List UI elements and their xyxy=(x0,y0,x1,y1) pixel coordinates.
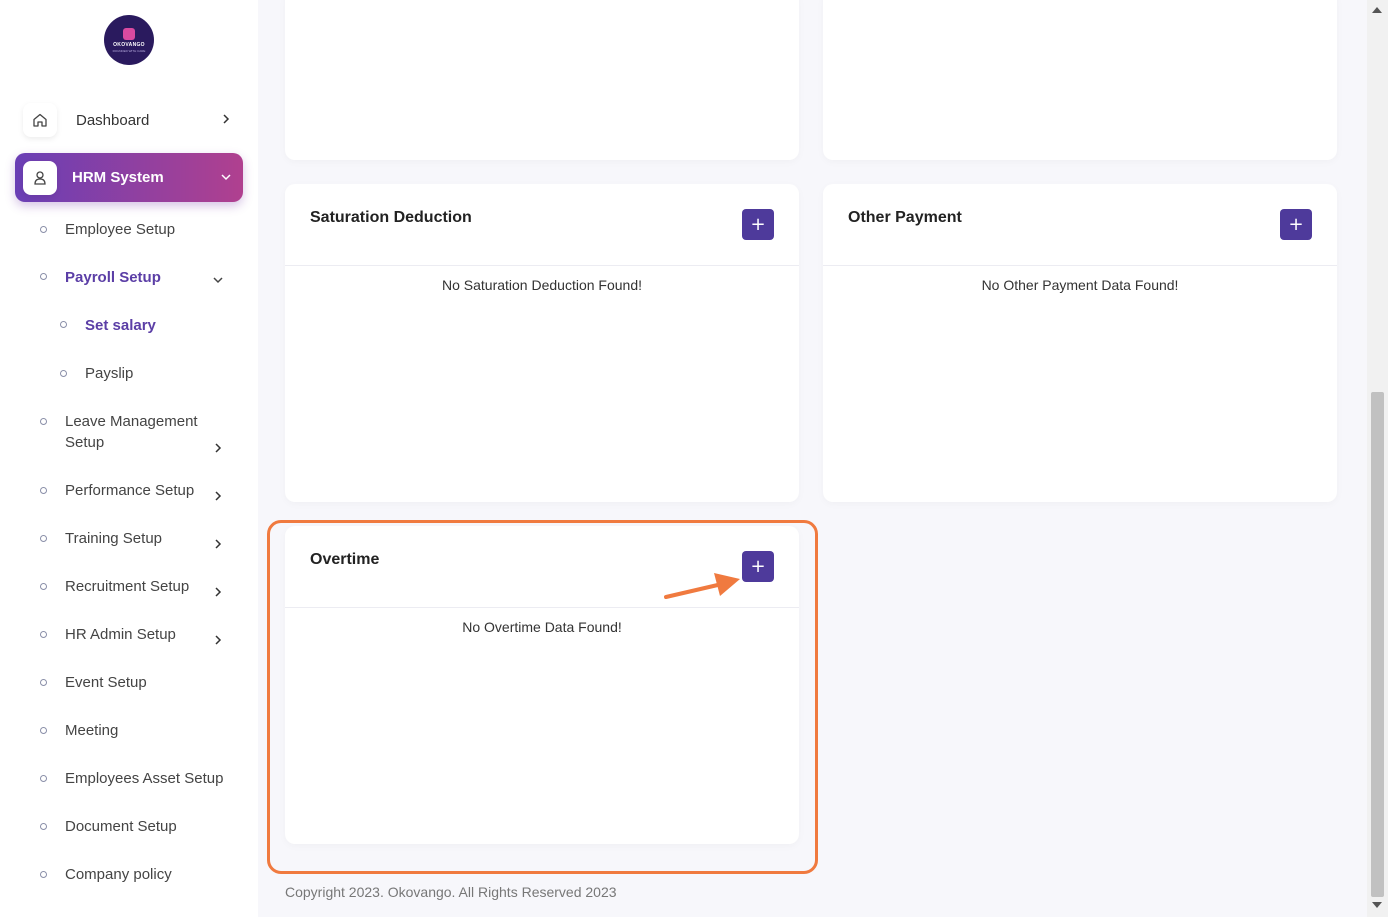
card-title: Other Payment xyxy=(848,209,962,226)
logo-mark-icon xyxy=(123,27,135,40)
bullet-icon xyxy=(40,823,47,830)
card-saturation-deduction: Saturation Deduction + No Saturation Ded… xyxy=(285,184,799,502)
page-scrollbar[interactable] xyxy=(1367,0,1388,917)
chevron-right-icon xyxy=(213,536,223,553)
sidebar-item-label: Employees Asset Setup xyxy=(65,770,224,787)
sidebar-item-label: Meeting xyxy=(65,722,119,739)
bullet-icon xyxy=(40,583,47,590)
sidebar-item-label: Company policy xyxy=(65,866,172,883)
card-title: Saturation Deduction xyxy=(310,209,472,226)
bullet-icon xyxy=(40,535,47,542)
bullet-icon xyxy=(60,370,67,377)
footer-copyright: Copyright 2023. Okovango. All Rights Res… xyxy=(285,884,617,900)
bullet-icon xyxy=(40,487,47,494)
sidebar-item-label: Training Setup xyxy=(65,530,163,547)
add-other-payment-button[interactable]: + xyxy=(1280,209,1312,240)
empty-state-text: No Saturation Deduction Found! xyxy=(441,277,642,293)
chevron-down-icon xyxy=(221,169,231,187)
sidebar-item-label: Event Setup xyxy=(65,674,147,691)
chevron-right-icon xyxy=(213,440,223,457)
sidebar-item-label: Payslip xyxy=(85,365,134,382)
sidebar-item-label: Set salary xyxy=(85,317,156,334)
nav-dashboard-label: Dashboard xyxy=(76,111,150,129)
bullet-icon xyxy=(40,871,47,878)
scrollbar-thumb[interactable] xyxy=(1371,392,1384,897)
bullet-icon xyxy=(40,418,47,425)
logo-text: OKOVANGO xyxy=(113,41,145,48)
chevron-right-icon xyxy=(213,632,223,649)
empty-state-text: No Other Payment Data Found! xyxy=(981,277,1179,293)
brand-logo[interactable]: OKOVANGO ROUNDED WITH CARE xyxy=(104,15,154,65)
card-divider xyxy=(823,265,1337,266)
bullet-icon xyxy=(60,321,67,328)
bullet-icon xyxy=(40,631,47,638)
bullet-icon xyxy=(40,679,47,686)
card-divider xyxy=(285,265,799,266)
user-icon xyxy=(23,160,57,195)
sidebar: OKOVANGO ROUNDED WITH CARE Dashboard HRM… xyxy=(0,0,258,917)
card-partial-right xyxy=(823,0,1337,160)
sidebar-item-label: HR Admin Setup xyxy=(65,626,176,643)
chevron-right-icon xyxy=(221,111,231,129)
logo-subtext: ROUNDED WITH CARE xyxy=(112,48,146,53)
bullet-icon xyxy=(40,226,47,233)
bullet-icon xyxy=(40,775,47,782)
add-saturation-deduction-button[interactable]: + xyxy=(742,209,774,240)
home-icon xyxy=(23,103,57,137)
chevron-down-icon xyxy=(213,272,223,289)
annotation-arrow-icon xyxy=(664,573,740,599)
sidebar-item-label: Leave Management xyxy=(65,413,198,430)
chevron-right-icon xyxy=(213,488,223,505)
sidebar-item-label: Payroll Setup xyxy=(65,269,161,286)
nav-hrm-system[interactable]: HRM System xyxy=(15,153,243,202)
bullet-icon xyxy=(40,727,47,734)
chevron-right-icon xyxy=(213,584,223,601)
scroll-up-arrow-icon[interactable] xyxy=(1372,7,1382,13)
nav-hrm-label: HRM System xyxy=(72,169,164,186)
nav-dashboard[interactable]: Dashboard xyxy=(15,98,243,142)
sidebar-item-label: Recruitment Setup xyxy=(65,578,190,595)
sidebar-item-label-line2: Setup xyxy=(65,434,105,451)
bullet-icon xyxy=(40,273,47,280)
sidebar-item-label: Performance Setup xyxy=(65,482,195,499)
scroll-down-arrow-icon[interactable] xyxy=(1372,902,1382,908)
card-other-payment: Other Payment + No Other Payment Data Fo… xyxy=(823,184,1337,502)
sidebar-item-label: Document Setup xyxy=(65,818,177,835)
sidebar-item-label: Employee Setup xyxy=(65,221,176,238)
card-partial-left xyxy=(285,0,799,160)
